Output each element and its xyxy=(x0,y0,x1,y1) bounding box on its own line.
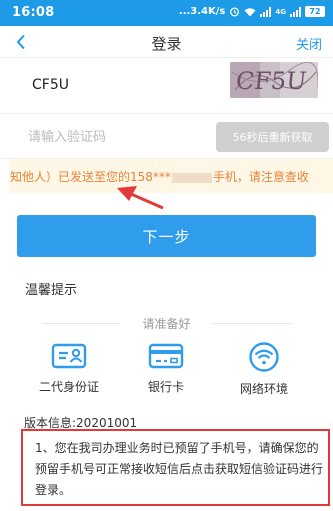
divider-line-right xyxy=(213,323,291,324)
network-type-icon: 4G xyxy=(275,7,286,16)
nav-bar: 登录 关闭 xyxy=(0,26,333,58)
captcha-input[interactable]: CF5U xyxy=(32,77,69,93)
captcha-image[interactable]: CF5U xyxy=(230,62,318,98)
wifi-status-icon xyxy=(244,7,256,16)
status-indicators: ...3.4K/s 4G 72 xyxy=(179,6,325,17)
alarm-icon xyxy=(230,7,240,17)
bank-card-icon xyxy=(148,343,184,369)
sms-code-row: 56秒后重新获取 xyxy=(0,114,333,159)
tips-title: 温馨提示 xyxy=(25,283,78,298)
status-time: 16:08 xyxy=(12,5,55,20)
network-speed: ...3.4K/s xyxy=(178,6,226,17)
sms-code-input[interactable] xyxy=(28,125,198,149)
status-bar: 16:08 ...3.4K/s 4G 72 xyxy=(0,0,333,26)
notice-text-after: 手机，请注意查收 xyxy=(212,170,309,184)
prepare-item-id-card: 二代身份证 xyxy=(24,342,114,395)
close-button[interactable]: 关闭 xyxy=(296,34,322,53)
captcha-row: CF5U CF5U xyxy=(0,58,333,114)
signal-icon xyxy=(260,6,272,17)
signal-icon-2 xyxy=(290,6,301,17)
battery-icon: 72 xyxy=(305,6,325,17)
sms-sent-notice: 知他人）已发送至您的158*** 手机，请注意查收 xyxy=(10,159,333,193)
prepare-divider: 请准备好 xyxy=(0,314,333,332)
prepare-item-label: 二代身份证 xyxy=(38,380,99,394)
notice-text-before: 知他人）已发送至您的158*** xyxy=(10,170,171,184)
id-card-icon xyxy=(51,343,87,369)
prepare-item-label: 网络环境 xyxy=(239,382,288,396)
highlighted-tip-box: 1、您在我司办理业务时已预留了手机号，请确保您的预留手机号可正常接收短信后点击获… xyxy=(21,429,330,506)
masked-phone-digits xyxy=(171,172,212,183)
notice-text: 知他人）已发送至您的158*** 手机，请注意查收 xyxy=(10,168,309,185)
wifi-icon xyxy=(249,342,279,372)
prepare-item-label: 银行卡 xyxy=(147,380,184,394)
next-button[interactable]: 下一步 xyxy=(17,215,316,257)
prepare-item-bank-card: 银行卡 xyxy=(121,342,211,395)
page-title: 登录 xyxy=(151,35,182,53)
captcha-image-text: CF5U xyxy=(235,67,308,95)
tip-text: 1、您在我司办理业务时已预留了手机号，请确保您的预留手机号可正常接收短信后点击获… xyxy=(35,441,324,497)
resend-code-button[interactable]: 56秒后重新获取 xyxy=(216,122,329,152)
prepare-item-network: 网络环境 xyxy=(219,342,309,397)
